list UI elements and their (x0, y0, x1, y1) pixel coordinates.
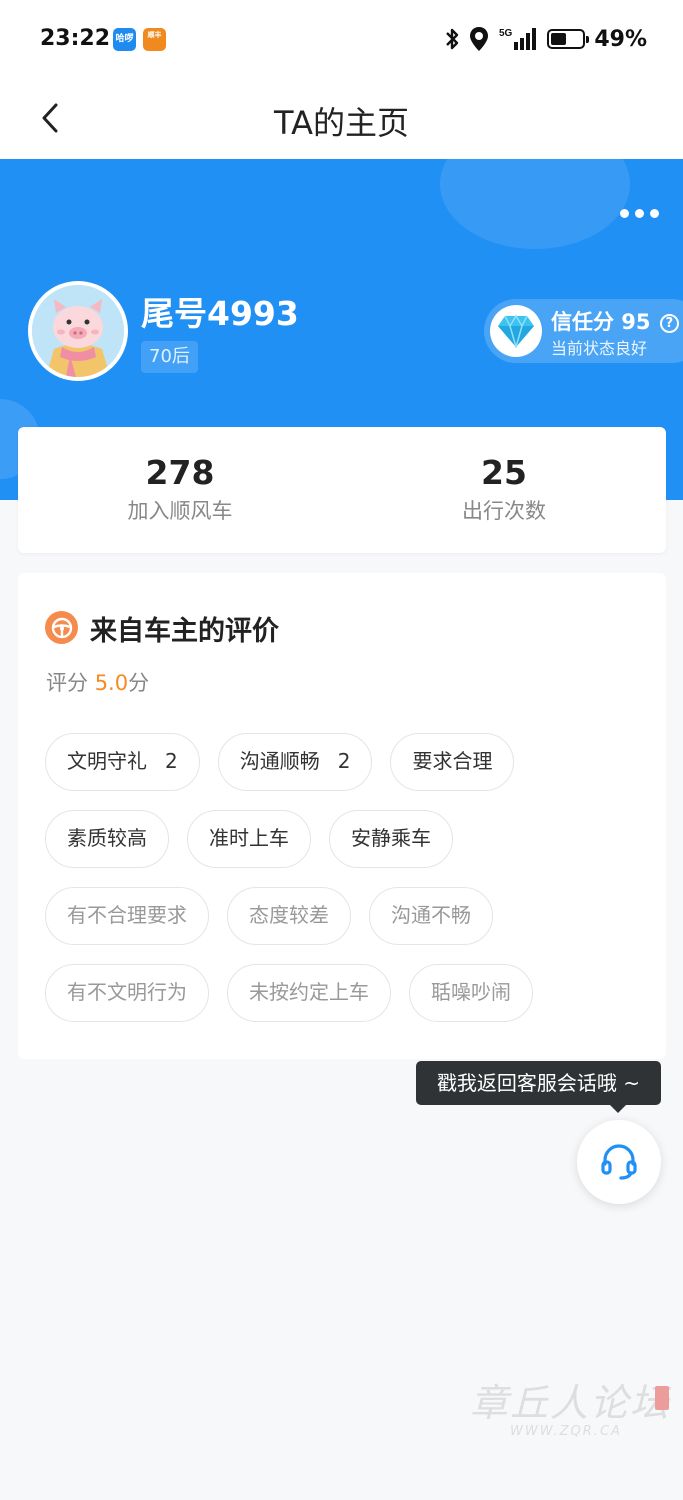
help-icon[interactable]: ? (659, 314, 679, 333)
review-tag-label: 未按约定上车 (249, 980, 369, 1004)
trust-score-text: 信任分 95 (551, 310, 651, 334)
stat-trips: 25 出行次数 (384, 453, 624, 525)
tag-row: 有不合理要求 态度较差 沟通不畅 (45, 887, 645, 945)
review-tag: 准时上车 (187, 810, 311, 868)
tag-row: 文明守礼 2 沟通顺畅 2 要求合理 (45, 733, 645, 791)
review-tag-label: 准时上车 (209, 826, 289, 850)
stat-label: 出行次数 (462, 499, 546, 523)
signal-5g-icon: 5G (499, 28, 537, 50)
review-tag-label: 聒噪吵闹 (431, 980, 511, 1004)
status-time: 23:22 (40, 26, 111, 51)
nav-bar: TA的主页 (0, 80, 683, 159)
tag-row: 素质较高 准时上车 安静乘车 (45, 810, 645, 868)
review-tag-label: 沟通顺畅 (239, 749, 320, 773)
trust-score-badge[interactable]: 信任分 95 ? 当前状态良好 (484, 299, 683, 363)
page-title: TA的主页 (274, 104, 409, 142)
stats-card: 278 加入顺风车 25 出行次数 (18, 427, 666, 553)
more-options-icon[interactable] (620, 209, 659, 218)
tag-row: 有不文明行为 未按约定上车 聒噪吵闹 (45, 964, 645, 1022)
review-tag: 沟通顺畅 2 (217, 733, 373, 791)
review-tag-label: 沟通不畅 (391, 903, 471, 927)
customer-service-button[interactable] (577, 1120, 661, 1204)
review-tag: 素质较高 (45, 810, 169, 868)
review-tag-label: 态度较差 (249, 903, 329, 927)
rating-label: 评分 (46, 671, 88, 695)
review-tag: 有不文明行为 (45, 964, 209, 1022)
review-tag: 有不合理要求 (45, 887, 209, 945)
user-name: 尾号4993 (141, 294, 299, 333)
review-tag: 要求合理 (390, 733, 515, 791)
rating-unit: 分 (128, 671, 150, 695)
review-tag-label: 要求合理 (412, 749, 493, 773)
review-tag-label: 文明守礼 (67, 749, 147, 773)
stat-value: 25 (481, 453, 527, 492)
review-tag: 未按约定上车 (227, 964, 391, 1022)
pig-avatar-icon (32, 285, 124, 377)
review-card: 来自车主的评价 评分 5.0分 文明守礼 2 沟通顺畅 2 要求合理素质较高 准时上车 安静… (18, 573, 666, 1059)
headset-icon (601, 1144, 637, 1180)
diamond-icon (490, 305, 542, 357)
sf-express-app-icon: 顺丰 (143, 28, 166, 51)
stat-joined: 278 加入顺风车 (60, 453, 300, 525)
status-bar: 23:22 哈啰 顺丰 5G 49% (0, 0, 683, 80)
review-tag: 聒噪吵闹 (409, 964, 533, 1022)
avatar (28, 281, 128, 381)
review-tags: 文明守礼 2 沟通顺畅 2 要求合理素质较高 准时上车 安静乘车有不合理要求 态度较差 沟通不畅… (45, 733, 645, 1041)
steering-wheel-icon (45, 611, 78, 644)
rating: 评分 5.0分 (46, 667, 149, 697)
bluetooth-icon (446, 28, 459, 50)
decorative-bubble (440, 159, 630, 249)
status-indicators: 5G 49% (444, 26, 647, 52)
battery-fill (551, 33, 566, 45)
trust-score-label: 信任分 95 ? (551, 306, 679, 336)
age-tag: 70后 (141, 341, 198, 373)
review-tag: 沟通不畅 (369, 887, 493, 945)
stat-value: 278 (145, 453, 215, 492)
battery-percent: 49% (594, 26, 647, 52)
review-tag-label: 有不文明行为 (67, 980, 187, 1004)
review-tag: 态度较差 (227, 887, 351, 945)
hellobike-app-icon: 哈啰 (113, 28, 136, 51)
customer-service-tooltip[interactable]: 戳我返回客服会话哦 ~ (416, 1061, 661, 1113)
profile-page: 23:22 哈啰 顺丰 5G 49% TA的主页 尾号4993 70后 信任分 … (0, 0, 683, 1500)
review-tag-label: 有不合理要求 (67, 903, 187, 927)
watermark-url: WWW.ZQR.CA (510, 1424, 622, 1439)
watermark-seal (655, 1386, 669, 1410)
review-tag: 文明守礼 2 (45, 733, 200, 791)
review-tag-count: 2 (337, 749, 351, 773)
rating-value: 5.0 (94, 671, 129, 695)
forum-watermark: 章丘人论坛 WWW.ZQR.CA (455, 1372, 675, 1447)
network-type-text: 5G (499, 28, 513, 39)
battery-icon (547, 29, 590, 49)
review-section-title: 来自车主的评价 (90, 616, 279, 647)
trust-status: 当前状态良好 (551, 339, 648, 358)
location-icon (470, 27, 489, 51)
review-tag-label: 素质较高 (67, 826, 147, 850)
review-tag-label: 安静乘车 (351, 826, 431, 850)
watermark-text: 章丘人论坛 (470, 1381, 671, 1425)
review-tag-count: 2 (165, 749, 178, 773)
stat-label: 加入顺风车 (127, 499, 233, 523)
review-tag: 安静乘车 (329, 810, 453, 868)
